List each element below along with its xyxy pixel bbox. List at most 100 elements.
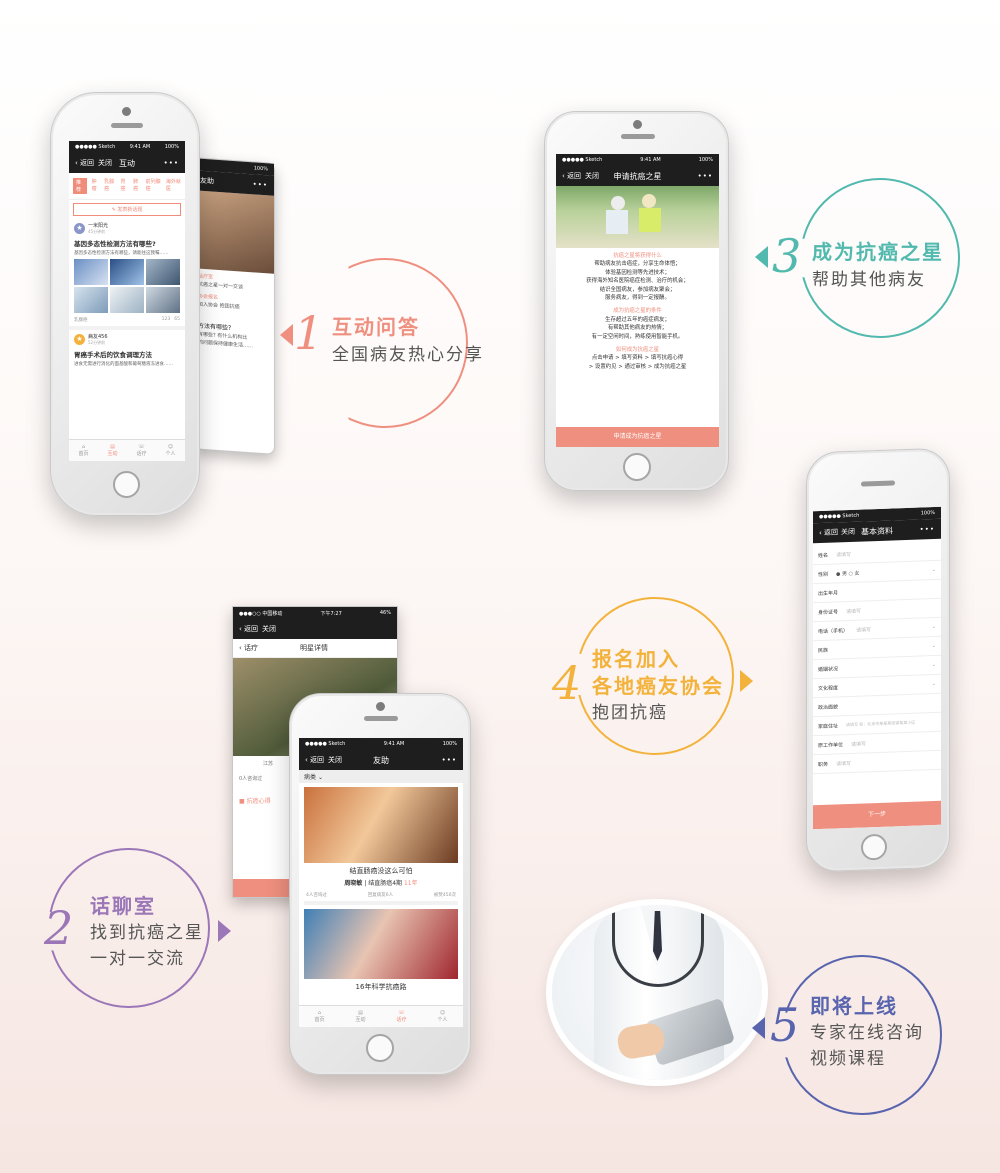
status-bar: ●●●●● Sketch 9:41 AM 100% [299,738,463,750]
arrow-right-icon [218,920,231,942]
tab-bar: ⌂ 首页 ▤ 互动 ☏ 话疗 ☺ 个人 [299,1005,463,1027]
next-step-button[interactable]: 下一步 [813,800,941,830]
arrow-left-icon [280,324,293,346]
feature-subtitle-1: 全国病友热心分享 [332,345,484,365]
chevron-down-icon: ⌄ [317,774,323,781]
category-filter[interactable]: 病类 ⌄ [299,770,463,783]
feature-title-3: 成为抗癌之星 [812,240,944,264]
feature-number-2: 2 [44,901,74,955]
apply-star-button[interactable]: 申请成为抗癌之星 [556,427,719,447]
image-thumbnail[interactable] [146,259,180,285]
new-topic-button[interactable]: ✎ 发表新话题 [73,203,181,216]
tab-interact[interactable]: ▤ 互动 [355,1010,365,1023]
feature-title-5: 即将上线 [810,994,898,1018]
like-count[interactable]: 123 [162,317,171,323]
tab-home[interactable]: ⌂ 首页 [78,444,88,457]
tab-tumor[interactable]: 肿瘤 [92,178,100,194]
tab-overseas[interactable]: 海外就医 [166,178,181,194]
tab-profile[interactable]: ☺ 个人 [437,1010,447,1023]
image-thumbnail[interactable] [110,287,144,313]
nav-title: 互动 [119,158,135,168]
nav-bar: ‹ 返回 关闭 友助 ••• [299,750,463,770]
arrow-left-icon [752,1017,765,1039]
nav-bar: ‹ 返回 关闭 申请抗癌之星 ••• [556,166,719,186]
chevron-down-icon: ⌄ [931,566,936,574]
tab-prostate[interactable]: 前列腺癌 [146,178,161,194]
home-button[interactable] [366,1034,394,1062]
phone-3-screen: ●●●●● Sketch 9:41 AM 100% ‹ 返回 关闭 申请抗癌之星 •… [556,154,719,447]
post-tag[interactable]: 乳腺癌 [74,317,88,323]
category-tabs: 推荐 肿瘤 乳腺癌 胃癌 肺癌 前列腺癌 海外就医 [69,173,185,200]
star-portrait [304,909,458,979]
nav-title: 友助 [200,176,214,186]
post-card[interactable]: ★ 一米阳光 45分钟前 基因多态性检测方法有哪些? 基因多态性检测方法有哪些，请… [69,219,185,330]
star-name: 周晓敏 [344,880,363,887]
phone-1-screen: ●●●●● Sketch 9:41 AM 100% ‹ 返回 关闭 互动 ••• 推… [69,141,185,461]
image-thumbnail[interactable] [74,259,108,285]
tab-stomach[interactable]: 胃癌 [121,178,129,194]
avatar: ★ [74,334,85,345]
arrow-right-icon [740,670,753,692]
comment-count[interactable]: 65 [174,317,180,323]
feature-subtitle-5: 专家在线咨询 [810,1023,924,1043]
feature-subtitle-5b: 视频课程 [810,1049,886,1069]
tab-lung[interactable]: 肺癌 [133,178,141,194]
field-position[interactable]: 职务 请填写 [813,750,941,775]
status-bar: ●●●●● Sketch 9:41 AM 100% [69,141,185,153]
feature-title-2: 话聊室 [90,894,156,918]
close-button[interactable]: 关闭 [262,624,276,634]
info-section: 抗癌之星将获得什么 帮助病友抗击癌症，分享生命体悟； 体验基因检测等先进技术； … [556,248,719,375]
section-heading: 成为抗癌之星的条件 [613,308,662,315]
post-card[interactable]: ★ 病友456 52分钟前 胃癌手术后的饮食调理方法 进食无需进行消化的面基酸和葡… [69,330,185,370]
post-title: 基因多态性检测方法有哪些? [74,240,156,248]
tab-interact[interactable]: ▤ 互动 [107,444,117,457]
image-thumbnail[interactable] [74,287,108,313]
tab-home[interactable]: ⌂ 首页 [314,1010,324,1023]
image-thumbnail[interactable] [110,259,144,285]
home-button[interactable] [861,833,887,861]
profile-form: 姓名 请填写 性别 ● 男 ○ 女 ⌄ 出生年月 身份证号 请填写 电话（手机） 请填写 ⌄… [813,539,941,775]
page-title: 明星详情 [300,644,329,652]
post-title: 胃癌手术后的饮食调理方法 [74,351,152,359]
image-thumbnail[interactable] [146,287,180,313]
feature-subtitle-2b: 一对一交流 [90,949,185,969]
chevron-down-icon: ⌄ [931,661,936,669]
nav-bar: ‹ 返回 关闭 互动 ••• [69,153,185,173]
post-images [74,259,180,313]
tab-recommend[interactable]: 推荐 [73,178,87,194]
home-button[interactable] [113,471,140,498]
status-bar: ●●●●● Sketch 9:41 AM 100% [556,154,719,166]
section-heading: 抗癌之星将获得什么 [613,253,662,259]
back-button[interactable]: ‹ 返回 [239,624,258,634]
phone-1: ●●●●● Sketch 9:41 AM 100% ‹ 返回 关闭 互动 ••• 推… [50,92,200,516]
tab-breast[interactable]: 乳腺癌 [104,178,115,194]
home-button[interactable] [623,453,651,481]
feature-title-1: 互动问答 [332,315,420,339]
more-icon[interactable]: ••• [253,180,268,189]
tab-profile[interactable]: ☺ 个人 [165,444,175,457]
feature-title-4b: 各地癌友协会 [592,674,724,698]
nav-title: 友助 [373,755,389,765]
phone-1-back-screen: 100% 友助 ••• 话疗室 抗癌之星一对一交谈 协会报名 加入协会 抱团抗癌 … [193,157,275,455]
phone-3: ●●●●● Sketch 9:41 AM 100% ‹ 返回 关闭 申请抗癌之星 •… [544,111,729,491]
back-button[interactable]: ‹ 话疗 [239,643,258,653]
tab-chat[interactable]: ☏ 话疗 [396,1010,406,1023]
phone-2-screen: ●●●●● Sketch 9:41 AM 100% ‹ 返回 关闭 友助 ••• 病… [299,738,463,1027]
star-card[interactable]: 结直肠癌没这么可怕 周晓敏 | 结直肠癌4期 11年 4人咨询过 回复病友6人 被赞… [304,787,458,905]
phone-2: ●●●●● Sketch 9:41 AM 100% ‹ 返回 关闭 友助 ••• 病… [289,693,471,1075]
arrow-left-icon [755,246,768,268]
feature-number-4: 4 [552,656,582,710]
feature-number-1: 1 [294,306,324,360]
chevron-down-icon: ⌄ [931,642,936,650]
feature-subtitle-2: 找到抗癌之星 [90,923,204,943]
nav-title: 基本资料 [861,525,893,537]
phone-4: ●●●●● Sketch 100% ‹ 返回 关闭 基本资料 ••• 姓名 请填写 … [806,447,950,873]
nav-bar: ‹ 返回 关闭 [233,619,397,639]
feature-subtitle-4: 抱团抗癌 [592,703,668,723]
tab-chat[interactable]: ☏ 话疗 [136,444,146,457]
star-card[interactable]: 16年科学抗癌路 [304,909,458,992]
star-portrait [304,787,458,863]
section-heading: 如何成为抗癌之星 [615,347,660,354]
doctor-photo [552,905,762,1080]
experience-label: 抗癌心得 [246,798,271,805]
